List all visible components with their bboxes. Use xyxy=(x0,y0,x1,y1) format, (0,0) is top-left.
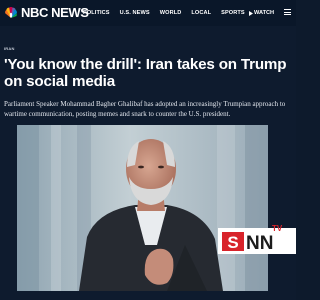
site-header: NBC NEWS POLITICS U.S. NEWS WORLD LOCAL … xyxy=(0,0,296,26)
hero-photo xyxy=(17,125,268,291)
hamburger-icon[interactable] xyxy=(284,9,291,16)
article-category[interactable]: IRAN xyxy=(4,46,15,51)
watermark-s: S xyxy=(227,233,238,252)
watch-button[interactable]: WATCH xyxy=(249,9,274,17)
play-icon xyxy=(249,10,253,16)
logo-wordmark: NBC NEWS xyxy=(21,5,89,20)
watermark-nn: NN xyxy=(246,233,273,254)
nbc-news-logo[interactable]: NBC NEWS xyxy=(4,6,89,20)
snn-tv-watermark: S NN TV xyxy=(218,224,296,254)
hero-image xyxy=(17,125,268,291)
nbc-peacock-icon xyxy=(5,7,17,18)
nav-world[interactable]: WORLD xyxy=(160,9,182,17)
main-nav: POLITICS U.S. NEWS WORLD LOCAL SPORTS xyxy=(83,9,255,17)
page: NBC NEWS POLITICS U.S. NEWS WORLD LOCAL … xyxy=(0,0,296,300)
nav-us-news[interactable]: U.S. NEWS xyxy=(120,9,150,17)
watch-label: WATCH xyxy=(254,10,275,16)
article-headline: 'You know the drill': Iran takes on Trum… xyxy=(4,56,287,90)
nav-sports[interactable]: SPORTS xyxy=(221,9,245,17)
nav-local[interactable]: LOCAL xyxy=(191,9,211,17)
nav-politics[interactable]: POLITICS xyxy=(83,9,110,17)
watermark-tv: TV xyxy=(272,224,283,233)
article-dek: Parliament Speaker Mohammad Bagher Ghali… xyxy=(4,100,286,118)
